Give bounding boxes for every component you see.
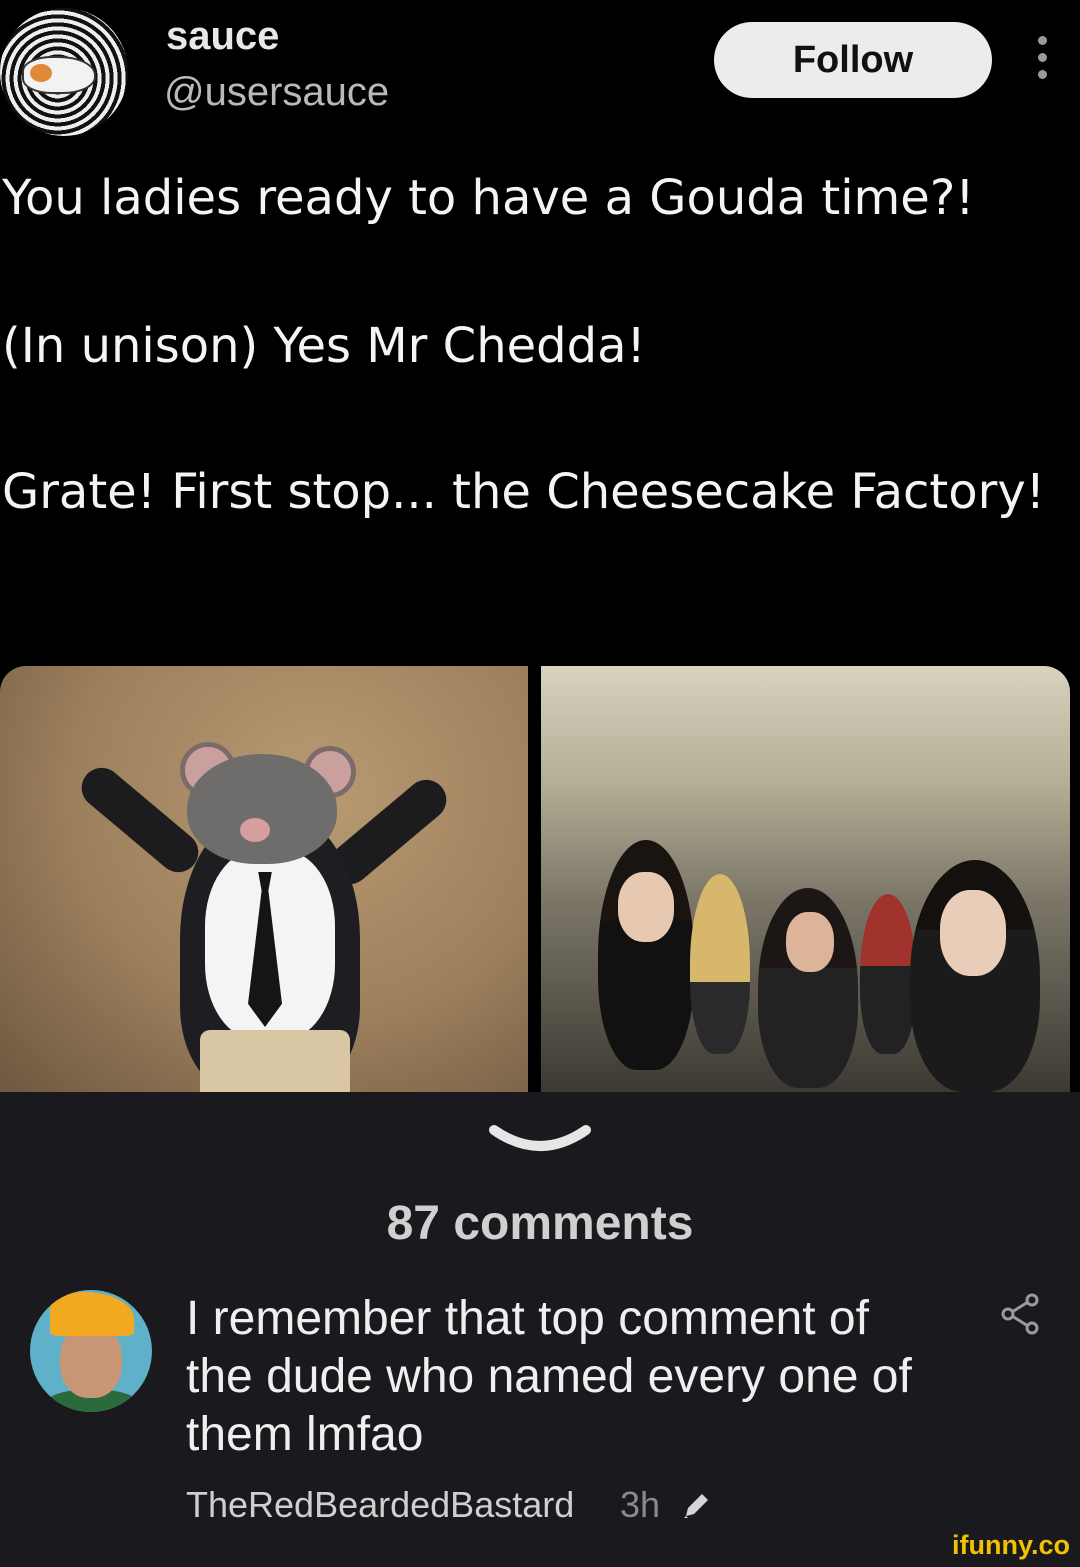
image-detail [240, 818, 270, 842]
image-detail [940, 890, 1006, 976]
pencil-icon [684, 1494, 708, 1518]
image-detail [618, 872, 674, 942]
share-icon[interactable] [996, 1290, 1044, 1338]
image-detail [187, 754, 337, 864]
tweet-line: You ladies ready to have a Gouda time?! [2, 170, 975, 226]
tweet-line: Grate! First stop... the Cheesecake Fact… [2, 464, 1045, 520]
comments-count: 87 comments [386, 1197, 694, 1250]
display-name[interactable]: sauce [166, 14, 279, 59]
ifunny-watermark: ifunny.co [952, 1530, 1070, 1560]
user-handle[interactable]: @usersauce [164, 70, 389, 115]
chevron-down-icon[interactable] [488, 1122, 592, 1162]
image-detail [690, 874, 750, 1054]
comment-text: I remember that top comment of the dude … [186, 1292, 912, 1461]
commenter-avatar[interactable] [30, 1290, 152, 1412]
more-vertical-icon[interactable] [1030, 36, 1054, 86]
tweet-text: You ladies ready to have a Gouda time?! … [2, 168, 1072, 522]
image-detail [200, 1030, 350, 1092]
user-avatar[interactable] [0, 8, 128, 136]
comment-author[interactable]: TheRedBeardedBastard [186, 1484, 574, 1526]
image-detail [860, 894, 916, 1054]
image-detail [786, 912, 834, 972]
tweet-line: (In unison) Yes Mr Chedda! [2, 318, 646, 374]
follow-button[interactable]: Follow [714, 22, 992, 98]
comment-time: 3h [620, 1484, 661, 1525]
